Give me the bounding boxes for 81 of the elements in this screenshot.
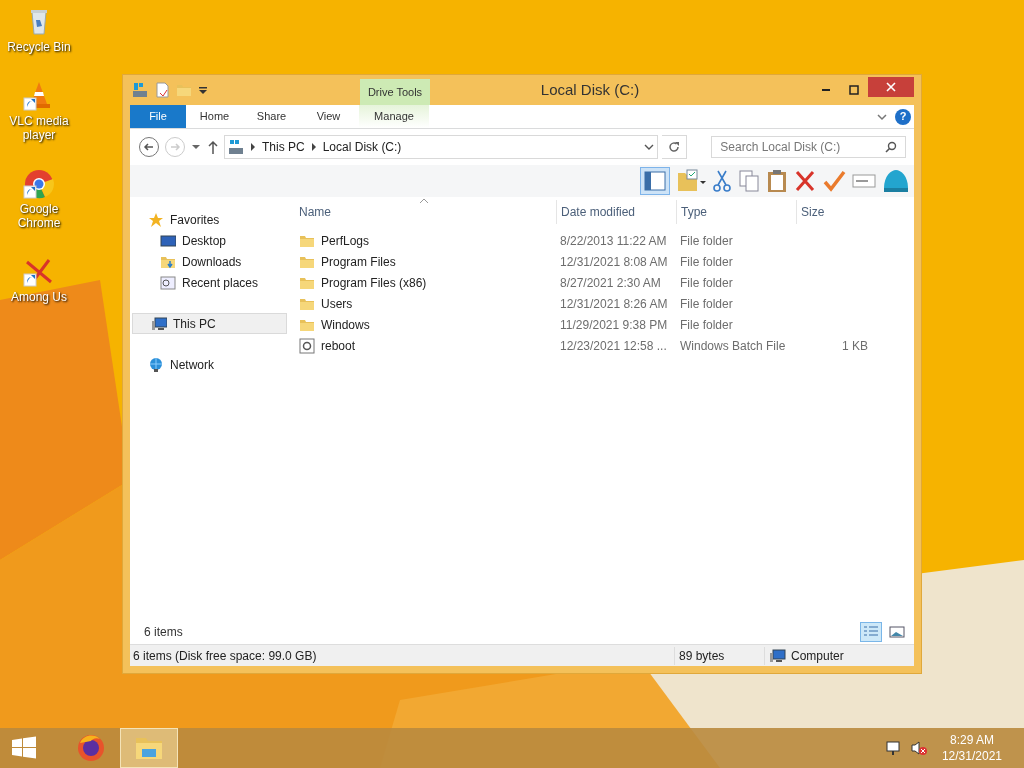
- chrome-icon[interactable]: [23, 168, 55, 200]
- address-bar[interactable]: This PC Local Disk (C:): [224, 135, 659, 159]
- list-icon: [863, 625, 879, 639]
- type-cell-text: File folder: [679, 295, 734, 313]
- nav-item[interactable]: Recent places: [130, 272, 295, 293]
- size-cell-text: 1 KB: [841, 337, 869, 355]
- file-name[interactable]: Users: [321, 294, 353, 313]
- file-name[interactable]: PerfLogs: [321, 231, 370, 250]
- file-name[interactable]: Windows: [321, 315, 370, 334]
- type-cell-text: File folder: [679, 316, 734, 334]
- status-size: 89 bytes: [674, 646, 764, 665]
- ribbon-tab[interactable]: Manage: [359, 105, 429, 128]
- status-text: 6 items (Disk free space: 99.0 GB): [132, 647, 318, 665]
- type-cell-text: File folder: [679, 253, 734, 271]
- drive-icon[interactable]: [132, 82, 148, 98]
- drive-icon: [228, 139, 244, 155]
- maximize-icon: [849, 85, 859, 95]
- date-cell-text: 12/31/2021 8:26 AM: [559, 295, 669, 313]
- date-cell-text: 12/23/2021 12:58 ...: [559, 337, 668, 355]
- recent-places-icon: [160, 274, 176, 291]
- computer-icon: [769, 647, 787, 664]
- cross-icon[interactable]: [23, 256, 55, 288]
- windows-start-icon[interactable]: [10, 736, 38, 760]
- chevron-icon: [310, 143, 317, 151]
- star-icon: [148, 211, 164, 228]
- preview-pane-icon[interactable]: [640, 167, 670, 195]
- type-cell-text: File folder: [679, 232, 734, 250]
- batch-file-icon: [299, 337, 315, 354]
- date-cell-text: 11/29/2021 9:38 PM: [559, 316, 669, 334]
- ribbon-tab[interactable]: File: [130, 105, 186, 128]
- delete-icon[interactable]: [794, 169, 816, 193]
- breadcrumb[interactable]: Local Disk (C:): [322, 138, 402, 156]
- close-icon: [886, 82, 896, 92]
- desktop-icon: [160, 232, 176, 249]
- computer-icon: [151, 315, 167, 332]
- clipboard-icon[interactable]: [766, 169, 788, 193]
- zone-label: Computer: [791, 647, 844, 665]
- scissors-icon[interactable]: [712, 169, 732, 193]
- help-button[interactable]: ?: [895, 108, 911, 125]
- type-cell-text: File folder: [679, 274, 734, 292]
- properties-icon[interactable]: [154, 82, 170, 98]
- nav-item[interactable]: This PC: [132, 313, 287, 334]
- volume-muted-icon[interactable]: [909, 740, 928, 756]
- column-header[interactable]: Size: [796, 200, 876, 224]
- file-name[interactable]: Program Files: [321, 252, 396, 271]
- chevron-icon: [250, 143, 256, 151]
- column-header[interactable]: Type: [676, 200, 796, 224]
- file-name[interactable]: reboot: [321, 336, 356, 355]
- firefox-icon: [76, 733, 106, 763]
- nav-item[interactable]: Network: [130, 354, 295, 375]
- up-arrow-icon[interactable]: [206, 139, 220, 155]
- minimize-icon: [822, 89, 830, 91]
- ribbon-tab[interactable]: Home: [186, 105, 243, 128]
- nav-item[interactable]: Favorites: [130, 209, 295, 230]
- refresh-icon[interactable]: [667, 140, 682, 154]
- breadcrumb[interactable]: This PC: [262, 138, 305, 156]
- checkmark-icon[interactable]: [822, 169, 846, 193]
- ribbon-tab[interactable]: Share: [243, 105, 300, 128]
- network-icon: [148, 356, 164, 373]
- picture-frame-icon: [889, 625, 905, 639]
- search-icon: [885, 141, 897, 153]
- nav-item[interactable]: Downloads: [130, 251, 295, 272]
- date-cell-text: 8/27/2021 2:30 AM: [559, 274, 662, 292]
- date-cell-text: 12/31/2021 8:08 AM: [559, 253, 669, 271]
- window-title: Local Disk (C:): [540, 79, 640, 100]
- taskbar-button[interactable]: [120, 728, 178, 768]
- dropdown-icon[interactable]: [644, 142, 655, 152]
- back-button-icon[interactable]: [138, 136, 160, 158]
- date-cell-text: 8/22/2013 11:22 AM: [559, 232, 668, 250]
- context-tab-group: Drive Tools: [360, 79, 430, 105]
- ribbon-tab[interactable]: View: [300, 105, 357, 128]
- file-name[interactable]: Program Files (x86): [321, 273, 427, 292]
- column-header[interactable]: Date modified: [556, 200, 676, 224]
- search-field[interactable]: Search Local Disk (C:): [711, 136, 906, 158]
- type-cell-text: Windows Batch File: [679, 337, 787, 355]
- folder-checklist-icon[interactable]: [676, 169, 706, 193]
- network-status-icon[interactable]: [885, 740, 902, 756]
- item-count: 6 items: [144, 624, 184, 641]
- close-button[interactable]: [868, 77, 914, 97]
- column-header[interactable]: Name: [295, 200, 556, 224]
- nav-item[interactable]: Desktop: [130, 230, 295, 251]
